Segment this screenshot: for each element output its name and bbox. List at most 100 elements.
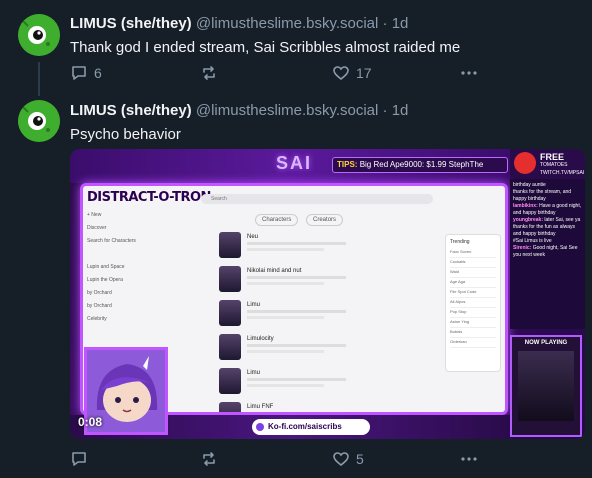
video-timestamp: 0:08 bbox=[78, 415, 103, 429]
post-time[interactable]: 1d bbox=[392, 15, 409, 32]
overlay-title: SAI bbox=[276, 153, 313, 173]
avatar[interactable] bbox=[18, 14, 60, 56]
trending-row: Age Aga bbox=[450, 279, 496, 288]
trending-row: Bobids bbox=[450, 329, 496, 338]
character-title: Limu FNF bbox=[247, 404, 274, 410]
tab-characters: Characters bbox=[255, 214, 299, 226]
character-thumbnail bbox=[219, 402, 241, 412]
character-desc bbox=[247, 310, 357, 322]
reply-count: 6 bbox=[94, 65, 102, 81]
reply-icon bbox=[72, 66, 86, 80]
thread-line bbox=[38, 62, 40, 96]
app-search: Search bbox=[201, 194, 433, 204]
reply-button[interactable] bbox=[70, 450, 94, 468]
list-item: Limu FNF bbox=[219, 402, 369, 412]
character-desc bbox=[247, 276, 357, 288]
like-count: 5 bbox=[356, 451, 364, 467]
sidebar-entry: Search for Characters bbox=[87, 238, 136, 244]
character-title: Nikolai mind and nut bbox=[247, 268, 302, 274]
author-name[interactable]: LIMUS (she/they) bbox=[70, 102, 192, 119]
more-icon bbox=[461, 457, 477, 461]
author-handle[interactable]: @limustheslime.bsky.social bbox=[196, 102, 379, 119]
trending-row: Aston Ying bbox=[450, 319, 496, 328]
character-desc bbox=[247, 344, 357, 356]
character-thumbnail bbox=[219, 300, 241, 326]
author-name[interactable]: LIMUS (she/they) bbox=[70, 15, 192, 32]
character-title: Limu bbox=[247, 370, 261, 376]
tomato-label: TOMATOES bbox=[540, 162, 568, 168]
list-item: Limu bbox=[219, 300, 369, 330]
now-playing-label: NOW PLAYING bbox=[524, 340, 568, 346]
list-item: Limulocity bbox=[219, 334, 369, 364]
like-button[interactable]: 17 bbox=[332, 64, 372, 82]
repost-button[interactable] bbox=[200, 450, 218, 468]
tips-label: TIPS: bbox=[337, 160, 358, 169]
sidebar-entry: Celebrity bbox=[87, 316, 107, 322]
chat-message: birthday auntie bbox=[513, 182, 546, 188]
repost-button[interactable] bbox=[200, 64, 218, 82]
post-actions: 6 17 bbox=[70, 64, 480, 84]
tomato-url: TWITCH.TV/MPSAI bbox=[540, 170, 585, 176]
character-thumbnail bbox=[219, 334, 241, 360]
character-thumbnail bbox=[219, 368, 241, 394]
post-time[interactable]: 1d bbox=[392, 102, 409, 119]
sidebar-entry bbox=[87, 249, 157, 259]
more-button[interactable] bbox=[460, 450, 478, 468]
trending-row: Cockatts bbox=[450, 259, 496, 268]
trending-row: Orderkan bbox=[450, 339, 496, 348]
slime-avatar-icon bbox=[18, 14, 60, 56]
reply-button[interactable]: 6 bbox=[70, 64, 102, 82]
post-header: LIMUS (she/they) @limustheslime.bsky.soc… bbox=[70, 15, 408, 33]
sidebar-entry: Lupin the Opera bbox=[87, 277, 123, 283]
post-text: Thank god I ended stream, Sai Scribbles … bbox=[70, 39, 461, 56]
list-item: Limu bbox=[219, 368, 369, 398]
tips-ticker: TIPS: Big Red Ape9000: $1.99 StephThe bbox=[332, 157, 508, 173]
like-icon bbox=[333, 66, 349, 81]
author-handle[interactable]: @limustheslime.bsky.social bbox=[196, 15, 379, 32]
character-thumbnail bbox=[219, 232, 241, 258]
like-icon bbox=[333, 452, 349, 467]
sidebar-entry: by Orchard bbox=[87, 290, 112, 296]
app-sidebar: + New Discover Search for Characters Lup… bbox=[87, 210, 157, 327]
character-thumbnail bbox=[219, 266, 241, 292]
trending-row: File Spot Code bbox=[450, 289, 496, 298]
trending-title: Trending bbox=[450, 239, 470, 245]
post-header: LIMUS (she/they) @limustheslime.bsky.soc… bbox=[70, 102, 408, 120]
repost-icon bbox=[203, 452, 215, 466]
character-list: Neu Nikolai mind and nut Limu Limulocity… bbox=[219, 232, 369, 412]
post-text: Psycho behavior bbox=[70, 126, 181, 143]
app-logo: DISTRACT-O-TRON bbox=[87, 190, 211, 205]
album-art bbox=[518, 351, 574, 421]
like-button[interactable]: 5 bbox=[332, 450, 364, 468]
sidebar-entry: Discover bbox=[87, 225, 107, 231]
chat-message: thanks for the stream, and happy birthda… bbox=[513, 189, 572, 202]
video-player[interactable]: SAI TIPS: Big Red Ape9000: $1.99 StephTh… bbox=[70, 149, 585, 439]
tab-creators: Creators bbox=[306, 214, 344, 226]
chat-message: #Sai Limus is live bbox=[513, 238, 552, 244]
trending-row: Pop Stop bbox=[450, 309, 496, 318]
slime-avatar-icon bbox=[18, 100, 60, 142]
character-desc bbox=[247, 378, 357, 390]
more-button[interactable] bbox=[460, 64, 478, 82]
character-desc bbox=[247, 242, 357, 254]
trending-row: Wald bbox=[450, 269, 496, 278]
sidebar-entry: + New bbox=[87, 212, 102, 218]
now-playing: NOW PLAYING bbox=[510, 335, 582, 437]
chat-message: lambikinx: Have a good night, and happy … bbox=[513, 203, 582, 216]
repost-icon bbox=[203, 66, 215, 80]
post-actions: 5 bbox=[70, 450, 480, 470]
separator: · bbox=[382, 102, 388, 119]
avatar[interactable] bbox=[18, 100, 60, 142]
tips-text: Big Red Ape9000: $1.99 StephThe bbox=[359, 160, 484, 169]
sidebar-entry: Lupin and Space bbox=[87, 264, 125, 270]
character-title: Limu bbox=[247, 302, 261, 308]
trending-row: All Alpos bbox=[450, 299, 496, 308]
separator: · bbox=[382, 15, 388, 32]
trending-row: Faux Soven bbox=[450, 249, 496, 258]
app-tabs: Characters Creators bbox=[255, 214, 349, 226]
sidebar-entry: by Orchard bbox=[87, 303, 112, 309]
character-title: Limulocity bbox=[247, 336, 274, 342]
tomato-banner: FREE TOMATOES TWITCH.TV/MPSAI bbox=[510, 149, 585, 181]
reply-icon bbox=[72, 452, 86, 466]
tomato-free: FREE bbox=[540, 152, 565, 162]
